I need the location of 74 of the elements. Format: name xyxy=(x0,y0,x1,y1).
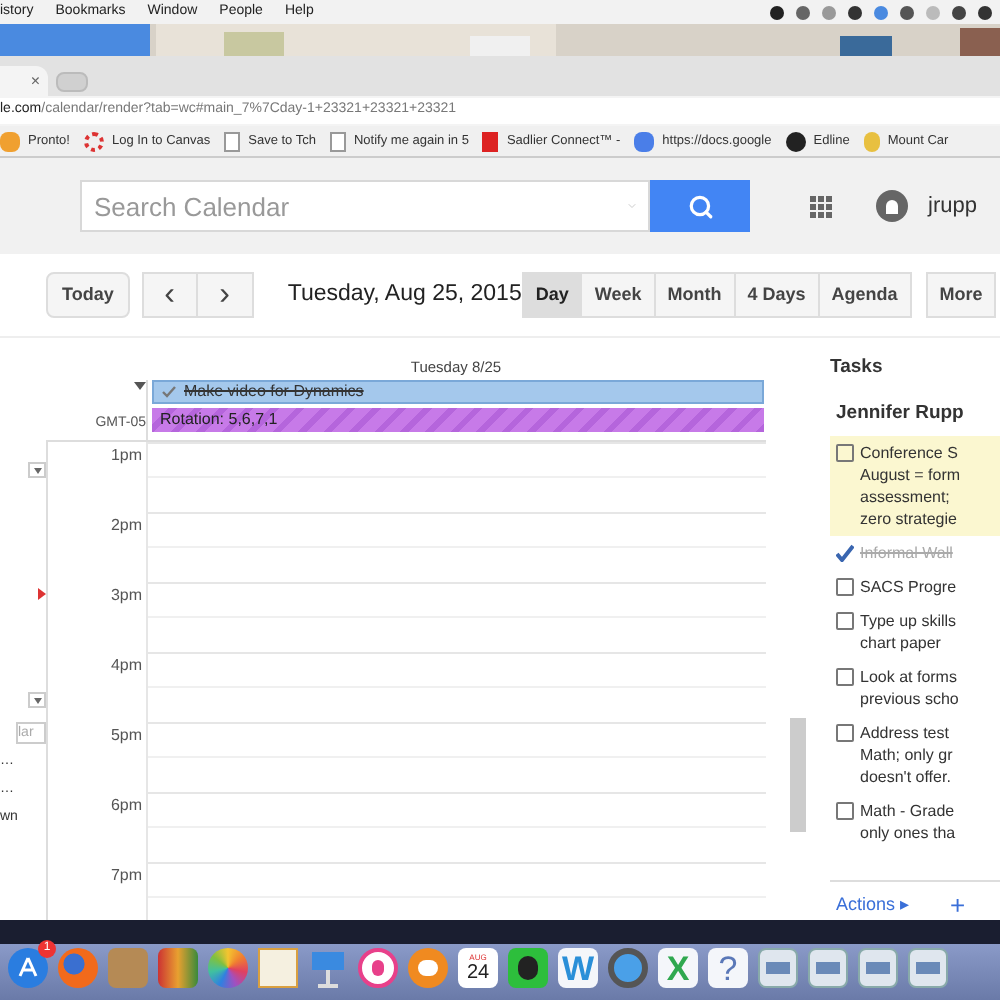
letter-a-icon xyxy=(16,956,40,980)
hour-label: 3pm xyxy=(46,582,146,652)
check-icon xyxy=(162,386,176,398)
view-tab[interactable]: Agenda xyxy=(817,272,912,318)
task-text: Type up skills chart paper xyxy=(860,609,957,653)
drive-icon[interactable] xyxy=(758,948,798,988)
task-text: Math - Grade only ones tha xyxy=(860,799,956,843)
calendar-date: 24 xyxy=(466,962,490,984)
search-field[interactable]: Search Calendar xyxy=(80,180,650,232)
podium-icon[interactable] xyxy=(308,948,348,988)
drive-icon[interactable] xyxy=(808,948,848,988)
hour-label: 5pm xyxy=(46,722,146,792)
photo-strip-icon[interactable] xyxy=(158,948,198,988)
drive-icon[interactable] xyxy=(908,948,948,988)
question-mark-icon[interactable]: ? xyxy=(708,948,748,988)
bookmark-icon xyxy=(482,131,499,151)
task-text: Look at forms previous scho xyxy=(860,665,959,709)
today-button[interactable]: Today xyxy=(46,272,130,318)
previous-button[interactable]: ‹ xyxy=(141,272,198,318)
drive-icon[interactable] xyxy=(858,948,898,988)
dropdown-icon[interactable] xyxy=(28,462,46,478)
hour-label: 6pm xyxy=(46,792,146,862)
task-text: Address test Math; only gr doesn't offer. xyxy=(860,721,953,787)
event-chip[interactable]: Make video for Dynamics xyxy=(152,380,764,404)
task-checkbox[interactable] xyxy=(836,443,854,461)
event-chip[interactable]: Rotation: 5,6,7,1 xyxy=(152,408,764,432)
current-time-icon xyxy=(38,588,46,600)
task-checkbox[interactable] xyxy=(836,577,854,595)
bookmark-icon xyxy=(863,131,880,151)
user-name[interactable]: jrupp xyxy=(928,189,977,223)
add-task-button[interactable]: + xyxy=(950,891,966,918)
star-icon xyxy=(0,131,20,151)
task-checkbox[interactable] xyxy=(836,801,854,819)
document-icon[interactable] xyxy=(258,948,298,988)
document-icon xyxy=(634,131,655,151)
view-tab[interactable]: Week xyxy=(580,272,656,318)
view-tab[interactable]: Day xyxy=(521,272,583,318)
task-checkbox[interactable] xyxy=(836,667,854,685)
page-icon xyxy=(224,131,241,151)
scrollbar-thumb[interactable] xyxy=(790,718,806,832)
view-tab[interactable]: 4 Days xyxy=(733,272,820,318)
task-item[interactable]: Conference S August = form assessment; zero strategie xyxy=(830,435,1000,535)
task-checkbox[interactable] xyxy=(836,611,854,629)
task-item[interactable]: Type up skills chart paper xyxy=(830,603,1000,659)
task-text: SACS Progre xyxy=(860,575,957,597)
task-item[interactable]: Look at forms previous scho xyxy=(830,659,1000,715)
search-icon xyxy=(687,193,713,219)
actions-link[interactable]: Actions ▸ xyxy=(836,891,911,918)
tasks-title: Tasks xyxy=(830,354,885,382)
dropdown-icon[interactable] xyxy=(28,692,46,708)
check-icon[interactable] xyxy=(836,543,854,561)
task-list-name[interactable]: Jennifer Rupp xyxy=(836,400,1000,429)
task-text: Conference S August = form assessment; zero strategie xyxy=(860,441,961,529)
task-item[interactable]: Math - Grade only ones tha xyxy=(830,793,1000,849)
view-tab[interactable]: Month xyxy=(653,272,736,318)
task-item[interactable]: SACS Progre xyxy=(830,569,1000,603)
next-button[interactable]: › xyxy=(197,272,254,318)
notification-icon[interactable] xyxy=(876,190,908,222)
current-date: Tuesday, Aug 25, 2015 xyxy=(287,279,524,310)
task-item[interactable]: Address test Math; only gr doesn't offer. xyxy=(830,715,1000,793)
hour-label: 4pm xyxy=(46,652,146,722)
event-title: Make video for Dynamics xyxy=(184,380,364,404)
task-text: Informal Wall xyxy=(860,541,953,563)
hour-label: 2pm xyxy=(46,512,146,582)
search-button[interactable] xyxy=(650,180,750,232)
flower-icon[interactable] xyxy=(208,948,248,988)
apps-grid-icon[interactable] xyxy=(810,195,832,217)
browser-tab[interactable]: × xyxy=(0,66,48,96)
more-button[interactable]: More xyxy=(925,272,997,318)
task-checkbox[interactable] xyxy=(836,723,854,741)
swirl-icon xyxy=(785,131,806,151)
ring-icon xyxy=(83,131,104,151)
hour-label: 1pm xyxy=(46,442,146,512)
page-icon xyxy=(329,131,346,151)
